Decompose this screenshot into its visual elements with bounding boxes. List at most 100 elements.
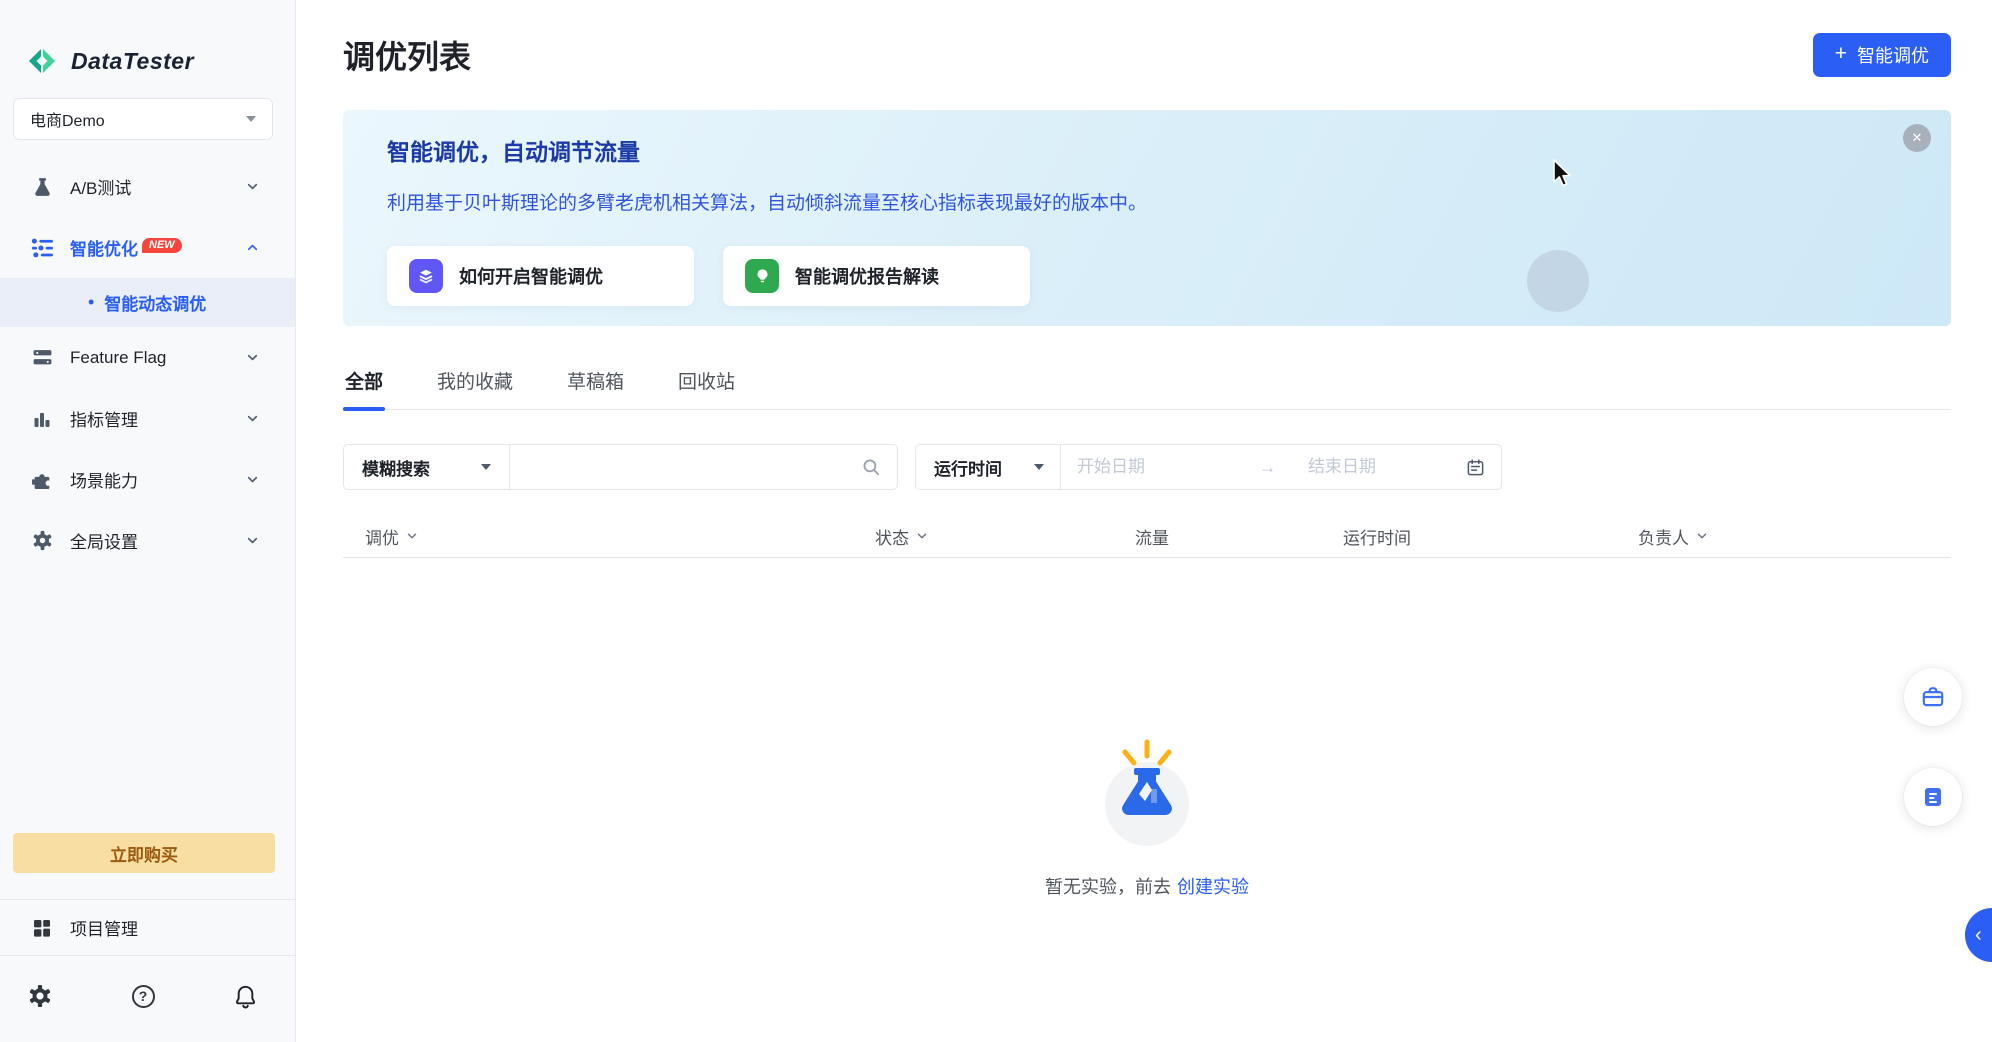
- bar-chart-icon: [30, 409, 54, 429]
- sidebar-item-label: A/B测试: [70, 174, 246, 199]
- sidebar-item-label: 场景能力: [70, 467, 246, 492]
- chevron-down-icon: [246, 412, 259, 425]
- sidebar-item-ab-test[interactable]: A/B测试: [0, 156, 295, 217]
- chevron-down-icon: [481, 464, 491, 470]
- sidebar-item-label: 指标管理: [70, 406, 246, 431]
- empty-flask-icon: [1086, 728, 1208, 853]
- search-control: 模糊搜索: [343, 444, 898, 490]
- flask-icon: [30, 176, 54, 198]
- how-to-enable-card[interactable]: 如何开启智能调优: [387, 246, 694, 306]
- calendar-icon[interactable]: [1466, 458, 1485, 477]
- chevron-down-icon: [916, 530, 928, 542]
- column-label: 流量: [1135, 524, 1169, 549]
- column-header-status[interactable]: 状态: [875, 524, 1135, 549]
- toolbox-float-button[interactable]: [1904, 668, 1962, 726]
- docs-float-button[interactable]: [1904, 768, 1962, 826]
- chevron-down-icon: [246, 180, 259, 193]
- sidebar-subitem-smart-dynamic-tuning[interactable]: • 智能动态调优: [0, 278, 295, 327]
- date-range-control: 运行时间 →: [915, 444, 1502, 490]
- sidebar-bottom: 立即购买 项目管理: [0, 833, 295, 1042]
- column-label: 运行时间: [1343, 524, 1411, 549]
- document-icon: [1921, 785, 1945, 809]
- range-arrow-icon: →: [1235, 457, 1300, 478]
- chevron-up-icon: [246, 241, 259, 254]
- chevron-down-icon: [1034, 464, 1044, 470]
- sidebar-subitem-label: 智能动态调优: [104, 290, 206, 315]
- plus-icon: +: [1835, 43, 1847, 64]
- gear-icon: [30, 530, 54, 551]
- column-label: 状态: [875, 524, 909, 549]
- banner-description: 利用基于贝叶斯理论的多臂老虎机相关算法，自动倾斜流量至核心指标表现最好的版本中。: [387, 188, 1907, 215]
- banner-link-label: 智能调优报告解读: [795, 263, 939, 289]
- chevron-down-icon: [246, 534, 259, 547]
- empty-message: 暂无实验，前去创建实验: [1045, 873, 1249, 899]
- smart-optimization-icon: [30, 237, 54, 259]
- page-header: 调优列表 + 智能调优: [343, 32, 1951, 77]
- project-selector[interactable]: 电商Demo: [13, 98, 273, 140]
- sidebar-item-scenario[interactable]: 场景能力: [0, 449, 295, 510]
- banner-title: 智能调优，自动调节流量: [387, 133, 1907, 167]
- new-badge: NEW: [142, 238, 182, 253]
- notification-bell-icon[interactable]: [234, 984, 257, 1009]
- create-experiment-link[interactable]: 创建实验: [1177, 877, 1249, 897]
- project-selector-value: 电商Demo: [30, 107, 105, 131]
- column-label: 负责人: [1638, 524, 1689, 549]
- search-type-dropdown[interactable]: 模糊搜索: [344, 445, 510, 489]
- chevron-down-icon: [246, 116, 256, 122]
- create-tuning-label: 智能调优: [1857, 42, 1929, 68]
- sidebar-item-label: 智能优化NEW: [70, 235, 246, 260]
- layers-icon: [409, 259, 443, 293]
- chevron-left-icon: ‹: [1975, 924, 1982, 947]
- help-icon[interactable]: ?: [132, 985, 155, 1008]
- banner-links: 如何开启智能调优 智能调优报告解读: [387, 246, 1907, 306]
- report-guide-card[interactable]: 智能调优报告解读: [723, 246, 1030, 306]
- sidebar-item-smart-optimization[interactable]: 智能优化NEW: [0, 217, 295, 278]
- chevron-down-icon: [406, 530, 418, 542]
- banner-link-label: 如何开启智能调优: [459, 263, 603, 289]
- sidebar-item-label: Feature Flag: [70, 348, 246, 368]
- column-header-tuning[interactable]: 调优: [365, 524, 875, 549]
- time-field-value: 运行时间: [934, 455, 1002, 480]
- question-glyph: ?: [139, 988, 148, 1004]
- brand-logo: DataTester: [0, 0, 295, 84]
- chevron-down-icon: [246, 351, 259, 364]
- page-title: 调优列表: [343, 32, 471, 78]
- sidebar-item-global-settings[interactable]: 全局设置: [0, 510, 295, 571]
- puzzle-icon: [30, 469, 54, 490]
- sidebar-item-feature-flag[interactable]: Feature Flag: [0, 327, 295, 388]
- empty-message-text: 暂无实验，前去: [1045, 877, 1171, 897]
- search-input[interactable]: [510, 445, 862, 489]
- settings-gear-icon[interactable]: [28, 984, 52, 1008]
- sidebar-item-label: 项目管理: [70, 915, 138, 940]
- tab-favorites[interactable]: 我的收藏: [435, 365, 515, 409]
- create-tuning-button[interactable]: + 智能调优: [1813, 33, 1951, 77]
- briefcase-icon: [1920, 684, 1946, 710]
- table-header: 调优 状态 流量 运行时间 负责人: [343, 515, 1951, 558]
- start-date-input[interactable]: [1077, 457, 1227, 477]
- end-date-input[interactable]: [1308, 457, 1458, 477]
- tab-recycle-bin[interactable]: 回收站: [676, 365, 737, 409]
- app-root: DataTester 电商Demo A/B测试: [0, 0, 1992, 1042]
- time-field-dropdown[interactable]: 运行时间: [916, 445, 1061, 489]
- sidebar: DataTester 电商Demo A/B测试: [0, 0, 296, 1042]
- column-label: 调优: [365, 524, 399, 549]
- tab-all[interactable]: 全部: [343, 365, 385, 409]
- buy-now-button[interactable]: 立即购买: [13, 833, 275, 873]
- banner-close-icon[interactable]: ✕: [1903, 124, 1931, 152]
- sidebar-item-label: 全局设置: [70, 528, 246, 553]
- feature-flag-icon: [30, 347, 54, 368]
- list-tabs: 全部 我的收藏 草稿箱 回收站: [343, 365, 1951, 410]
- grid-icon: [30, 918, 54, 938]
- empty-state: 暂无实验，前去创建实验: [343, 728, 1951, 899]
- tab-drafts[interactable]: 草稿箱: [565, 365, 626, 409]
- sidebar-nav: A/B测试 智能优化NEW •: [0, 156, 295, 571]
- column-header-runtime: 运行时间: [1343, 524, 1638, 549]
- sidebar-item-metrics[interactable]: 指标管理: [0, 388, 295, 449]
- sidebar-item-project-management[interactable]: 项目管理: [0, 900, 295, 955]
- column-header-owner[interactable]: 负责人: [1638, 524, 1951, 549]
- sidebar-footer-icons: ?: [0, 956, 295, 1042]
- search-icon[interactable]: [862, 458, 881, 477]
- close-glyph: ✕: [1912, 130, 1923, 146]
- datatester-logo-icon: [25, 46, 59, 76]
- date-range-inputs[interactable]: →: [1061, 457, 1501, 478]
